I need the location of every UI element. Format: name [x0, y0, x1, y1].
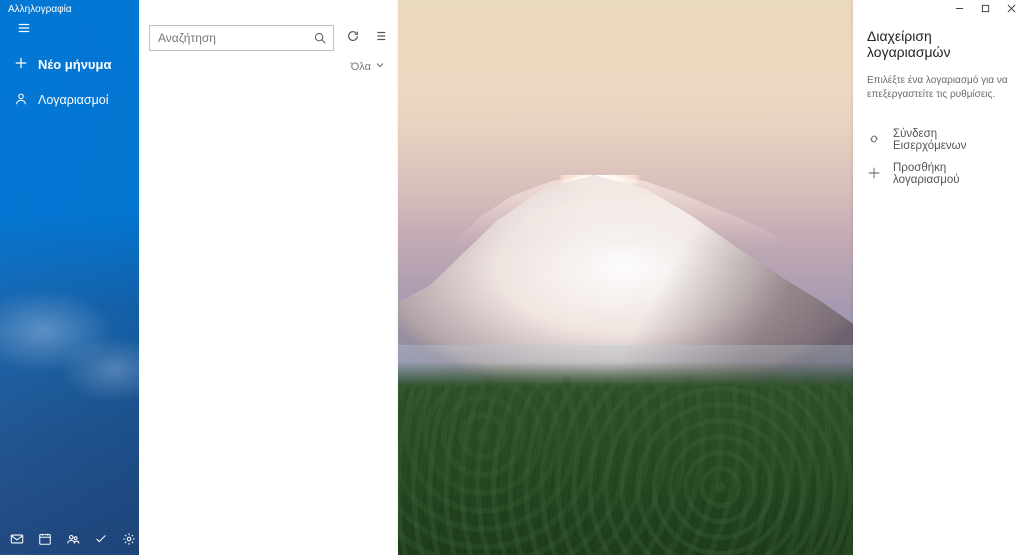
panel-title: Διαχείριση λογαριασμών: [867, 28, 1012, 60]
accounts-nav[interactable]: Λογαριασμοί: [0, 84, 139, 116]
sync-button[interactable]: [346, 30, 361, 46]
maximize-button[interactable]: [972, 0, 998, 16]
link-icon: [867, 132, 881, 149]
search-icon[interactable]: [313, 31, 327, 45]
filter-label: Όλα: [351, 61, 371, 73]
sidebar: Αλληλογραφία Νέο μήνυμα Λογαριασμοί: [0, 0, 139, 555]
person-icon: [14, 92, 28, 109]
window-controls: [946, 0, 1024, 16]
list-toolbar: [139, 16, 397, 60]
filter-icon: [373, 29, 387, 48]
search-box[interactable]: [149, 25, 334, 51]
add-account-label: Προσθήκη λογαριασμού: [893, 162, 1012, 186]
chevron-down-icon: [375, 60, 385, 73]
people-icon[interactable]: [66, 531, 80, 547]
new-message-label: Νέο μήνυμα: [38, 57, 111, 72]
hamburger-button[interactable]: [4, 18, 44, 42]
mail-icon[interactable]: [10, 531, 24, 547]
sidebar-bottom-bar: [0, 523, 139, 555]
refresh-icon: [346, 29, 360, 48]
link-inboxes-label: Σύνδεση Εισερχόμενων: [893, 128, 1012, 152]
panel-subtitle: Επιλέξτε ένα λογαριασμό για να επεξεργασ…: [867, 74, 1012, 101]
plus-icon: [867, 166, 881, 183]
accounts-panel: Διαχείριση λογαριασμών Επιλέξτε ένα λογα…: [853, 0, 1024, 555]
accounts-label: Λογαριασμοί: [38, 93, 109, 107]
todo-icon[interactable]: [94, 531, 108, 547]
settings-icon[interactable]: [122, 531, 136, 547]
link-inboxes-button[interactable]: Σύνδεση Εισερχόμενων: [867, 123, 1012, 157]
wallpaper-forest: [398, 345, 853, 555]
add-account-button[interactable]: Προσθήκη λογαριασμού: [867, 157, 1012, 191]
message-list-pane: Όλα: [139, 0, 398, 555]
filter-dropdown[interactable]: Όλα: [139, 60, 397, 79]
wallpaper-forest-texture: [398, 385, 853, 555]
close-button[interactable]: [998, 0, 1024, 16]
selection-mode-button[interactable]: [373, 30, 388, 46]
calendar-icon[interactable]: [38, 531, 52, 547]
reading-pane-background: [398, 0, 853, 555]
search-input[interactable]: [158, 31, 313, 45]
minimize-button[interactable]: [946, 0, 972, 16]
new-message-button[interactable]: Νέο μήνυμα: [0, 46, 139, 82]
plus-icon: [14, 56, 28, 73]
hamburger-icon: [17, 21, 31, 40]
